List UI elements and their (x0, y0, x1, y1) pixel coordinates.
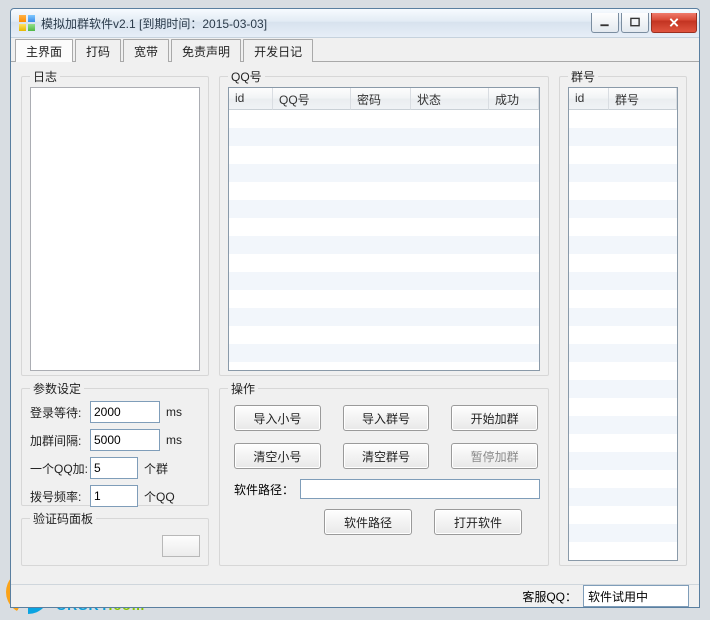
app-icon (19, 15, 35, 31)
qq-table[interactable]: id QQ号 密码 状态 成功 (228, 87, 540, 371)
qq-col-status[interactable]: 状态 (411, 88, 489, 110)
qq-table-header: id QQ号 密码 状态 成功 (229, 88, 539, 110)
input-dial-rate[interactable] (90, 485, 138, 507)
qq-col-password[interactable]: 密码 (351, 88, 411, 110)
unit-per-qq: 个群 (144, 460, 168, 477)
label-soft-path: 软件路径： (234, 481, 300, 498)
tab-disclaimer[interactable]: 免责声明 (171, 39, 241, 62)
group-table[interactable]: id 群号 (568, 87, 678, 561)
window-title: 模拟加群软件v2.1 [到期时间：2015-03-03] (41, 15, 591, 32)
btn-pause-join[interactable]: 暂停加群 (451, 443, 538, 469)
qq-table-body[interactable] (229, 110, 539, 370)
title-bar[interactable]: 模拟加群软件v2.1 [到期时间：2015-03-03] (11, 9, 699, 38)
tab-devlog[interactable]: 开发日记 (243, 39, 313, 62)
input-per-qq[interactable] (90, 457, 138, 479)
group-log-legend: 日志 (30, 68, 60, 85)
group-ops: 操作 导入小号 导入群号 开始加群 清空小号 清空群号 暂停加群 软件路径： (219, 388, 549, 566)
tab-page-main: 日志 QQ号 id QQ号 密码 状态 成功 (11, 62, 699, 584)
qq-col-number[interactable]: QQ号 (273, 88, 351, 110)
tab-broadband[interactable]: 宽带 (123, 39, 169, 62)
input-login-wait[interactable] (90, 401, 160, 423)
group-col-id[interactable]: id (569, 88, 609, 110)
tab-bar: 主界面 打码 宽带 免责声明 开发日记 (11, 38, 699, 62)
btn-open-soft[interactable]: 打开软件 (434, 509, 522, 535)
qq-col-success[interactable]: 成功 (489, 88, 539, 110)
maximize-button[interactable] (621, 13, 649, 33)
app-window: 模拟加群软件v2.1 [到期时间：2015-03-03] 主界面 打码 宽带 (10, 8, 700, 608)
status-label: 客服QQ： (522, 588, 577, 605)
group-col-number[interactable]: 群号 (609, 88, 677, 110)
unit-join-interval: ms (166, 433, 182, 447)
btn-clear-qq[interactable]: 清空小号 (234, 443, 321, 469)
group-log: 日志 (21, 76, 209, 376)
group-table-header: id 群号 (569, 88, 677, 110)
minimize-button[interactable] (591, 13, 619, 33)
btn-clear-group[interactable]: 清空群号 (343, 443, 430, 469)
btn-browse-path[interactable]: 软件路径 (324, 509, 412, 535)
group-qq-legend: QQ号 (228, 68, 265, 85)
captcha-placeholder[interactable] (162, 535, 200, 557)
tab-captcha-typing[interactable]: 打码 (75, 39, 121, 62)
label-login-wait: 登录等待: (30, 404, 90, 421)
input-soft-path[interactable] (300, 479, 540, 499)
group-groups-legend: 群号 (568, 68, 598, 85)
input-join-interval[interactable] (90, 429, 160, 451)
group-params-legend: 参数设定 (30, 380, 84, 397)
group-qq: QQ号 id QQ号 密码 状态 成功 (219, 76, 549, 376)
unit-dial-rate: 个QQ (144, 488, 175, 505)
group-groups: 群号 id 群号 (559, 76, 687, 566)
btn-import-qq[interactable]: 导入小号 (234, 405, 321, 431)
label-dial-rate: 拨号频率: (30, 488, 90, 505)
group-params: 参数设定 登录等待: ms 加群间隔: ms 一个QQ加: 个群 (21, 388, 209, 506)
group-captcha: 验证码面板 (21, 518, 209, 566)
log-textarea[interactable] (30, 87, 200, 371)
group-table-body[interactable] (569, 110, 677, 560)
status-bar: 客服QQ： (11, 584, 699, 607)
btn-import-group[interactable]: 导入群号 (343, 405, 430, 431)
group-ops-legend: 操作 (228, 380, 258, 397)
close-button[interactable] (651, 13, 697, 33)
group-captcha-legend: 验证码面板 (30, 510, 96, 527)
unit-login-wait: ms (166, 405, 182, 419)
label-per-qq: 一个QQ加: (30, 460, 90, 477)
btn-start-join[interactable]: 开始加群 (451, 405, 538, 431)
tab-main[interactable]: 主界面 (15, 39, 73, 63)
status-qq-input[interactable] (583, 585, 689, 607)
qq-col-id[interactable]: id (229, 88, 273, 110)
label-join-interval: 加群间隔: (30, 432, 90, 449)
